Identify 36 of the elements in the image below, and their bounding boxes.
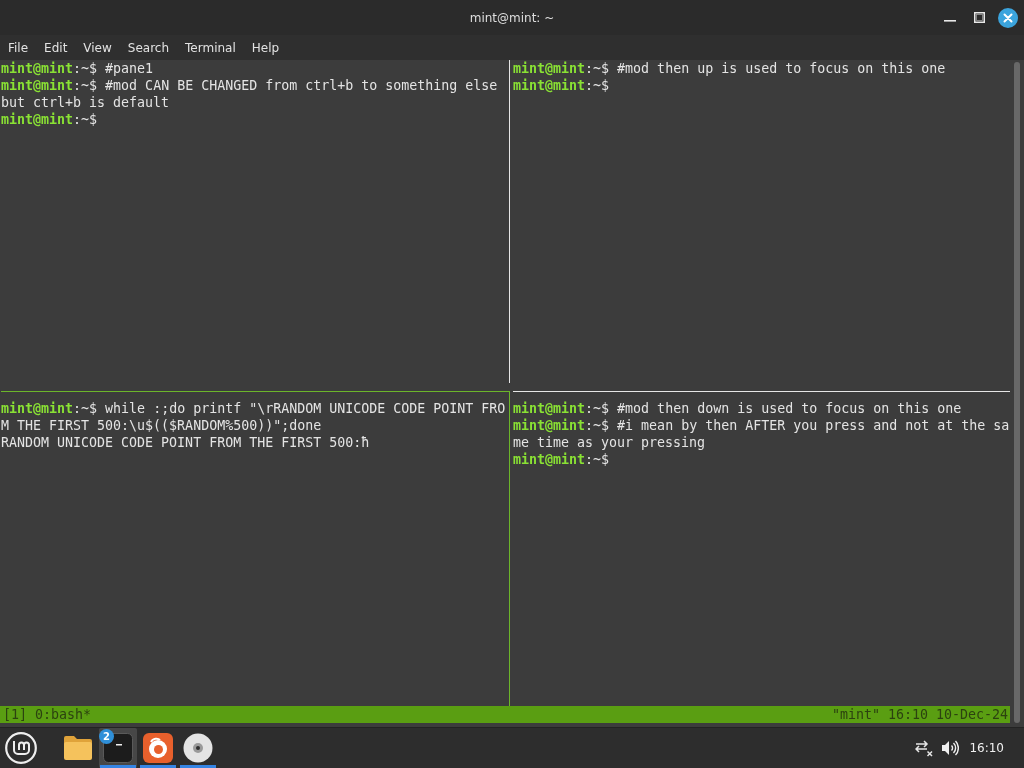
menu-item[interactable]: View (75, 35, 120, 60)
terminal-line: mint@mint:~$ #mod then down is used to focus on this one (513, 400, 963, 417)
close-icon (998, 7, 1018, 28)
maximize-icon (973, 12, 985, 23)
terminal-line: RANDOM UNICODE CODE POINT FROM THE FIRST 500:ħ (1, 434, 371, 451)
network-icon[interactable] (915, 739, 934, 757)
terminal-line: me time as your pressing (513, 434, 707, 451)
count-badge: 2 (99, 729, 114, 744)
clock[interactable]: 16:10 (969, 741, 1004, 755)
terminal-line: mint@mint:~$ #pane1 (1, 60, 155, 77)
menu-item[interactable]: Search (119, 35, 178, 60)
minimize-icon (944, 19, 956, 22)
terminal-line: mint@mint:~$ while :;do printf "\rRANDOM UNICODE CODE POINT FRO (1, 400, 505, 417)
volume-icon[interactable] (941, 739, 960, 757)
terminal-icon (103, 733, 133, 763)
menu-item[interactable]: File (0, 35, 37, 60)
terminal-line: mint@mint:~$ (513, 451, 611, 468)
logo-icon (5, 732, 37, 764)
disc-icon (183, 733, 213, 763)
menu-item[interactable]: Edit (36, 35, 76, 60)
swirl-icon (143, 733, 173, 763)
folder-icon (63, 735, 93, 761)
status-info-text: "mint" 16:10 10-Dec-24 (831, 706, 1008, 723)
menu-item[interactable]: Help (243, 35, 288, 60)
scrollbar-thumb[interactable] (1014, 62, 1020, 723)
terminal-line: mint@mint:~$ #i mean by then AFTER you press and not at the sa (513, 417, 1010, 434)
terminal-line: but ctrl+b is default (1, 94, 171, 111)
terminal-line: M THE FIRST 500:\u$(($RANDOM%500))";done (1, 417, 323, 434)
terminal-line: mint@mint:~$ (513, 77, 611, 94)
terminal-line: mint@mint:~$ #mod CAN BE CHANGED from ctrl+b to something else (1, 77, 499, 94)
close-button[interactable] (997, 6, 1019, 29)
terminal-line: mint@mint:~$ #mod then up is used to focus on this one (513, 60, 947, 77)
terminal-line: mint@mint:~$ (1, 111, 99, 128)
session-window-label: [1] 0:bash* (3, 706, 92, 723)
menu-item[interactable]: Terminal (177, 35, 244, 60)
window-title: mint@mint: ~ (469, 10, 555, 25)
